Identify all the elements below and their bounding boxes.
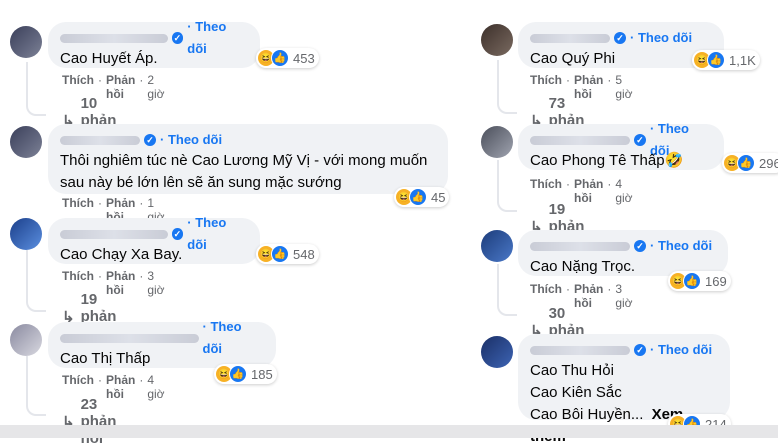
reaction-count[interactable]: 😆 👍 453 xyxy=(256,48,319,68)
verified-badge-icon: ✓ xyxy=(171,32,184,44)
follow-link[interactable]: · Theo dõi xyxy=(187,212,248,256)
like-icon: 👍 xyxy=(409,188,427,206)
thread-line xyxy=(26,250,46,312)
follow-link[interactable]: · Theo dõi xyxy=(630,27,692,49)
avatar[interactable] xyxy=(10,126,42,158)
view-replies-link[interactable]: ↳ 23 phản hồi xyxy=(62,396,116,447)
comment-time: 3 giờ xyxy=(615,282,633,310)
comment-time: 2 giờ xyxy=(147,73,165,101)
like-icon: 👍 xyxy=(737,154,755,172)
thread-line xyxy=(497,160,517,212)
reaction-total: 453 xyxy=(293,50,315,66)
reaction-total: 296 xyxy=(759,155,778,171)
blurred-author-name[interactable] xyxy=(530,241,630,251)
bottom-bar xyxy=(0,425,778,438)
comment-author: ✓ · Theo dõi xyxy=(530,28,712,48)
reaction-total: 45 xyxy=(431,189,446,205)
comment-author: ✓ · Theo dõi xyxy=(530,121,712,158)
avatar[interactable] xyxy=(10,324,42,356)
like-icon: 👍 xyxy=(229,365,247,383)
thread-line xyxy=(26,62,46,116)
blurred-author-name[interactable] xyxy=(60,229,168,239)
like-icon: 👍 xyxy=(707,51,725,69)
follow-link[interactable]: · Theo dõi xyxy=(650,235,712,257)
verified-badge-icon: ✓ xyxy=(144,134,156,146)
follow-link[interactable]: · Theo dõi xyxy=(187,16,248,60)
comment-bubble: ✓ · Theo dõi Cao Nặng Trọc. xyxy=(518,230,728,276)
avatar[interactable] xyxy=(10,218,42,250)
comment-author: ✓ · Theo dõi xyxy=(60,215,248,252)
like-icon: 👍 xyxy=(683,272,701,290)
comment-author: ✓ · Theo dõi xyxy=(530,236,716,256)
verified-badge-icon: ✓ xyxy=(633,134,646,146)
reaction-total: 1,1K xyxy=(729,52,756,68)
comment-bubble: · Theo dõi Cao Thị Thấp xyxy=(48,319,276,368)
reaction-total: 169 xyxy=(705,273,727,289)
reaction-count[interactable]: 😆 👍 1,1K xyxy=(692,50,760,70)
blurred-author-name[interactable] xyxy=(530,135,630,145)
reaction-count[interactable]: 😆 👍 45 xyxy=(394,187,450,207)
comment-author: · Theo dõi xyxy=(60,319,264,356)
follow-link[interactable]: · Theo dõi xyxy=(160,129,222,151)
blurred-author-name[interactable] xyxy=(60,135,140,145)
thread-line xyxy=(497,264,517,316)
verified-badge-icon: ✓ xyxy=(634,240,646,252)
verified-badge-icon: ✓ xyxy=(171,228,184,240)
verified-badge-icon: ✓ xyxy=(634,344,646,356)
avatar[interactable] xyxy=(481,126,513,158)
verified-badge-icon: ✓ xyxy=(614,32,626,44)
comment-bubble: ✓ · Theo dõi Cao Thu Hỏi Cao Kiên Sắc Ca… xyxy=(518,334,730,445)
reaction-count[interactable]: 😆 👍 169 xyxy=(668,271,731,291)
avatar[interactable] xyxy=(481,230,513,262)
comment-text: Thôi nghiêm túc nè Cao Lương Mỹ Vị - với… xyxy=(60,152,428,191)
reaction-count[interactable]: 😆 👍 185 xyxy=(214,364,277,384)
comment-text: Cao Thu Hỏi Cao Kiên Sắc Cao Bôi Huyền..… xyxy=(530,362,644,423)
follow-link[interactable]: · Theo dõi xyxy=(203,316,264,360)
reaction-total: 548 xyxy=(293,246,315,262)
comment-bubble: ✓ · Theo dõi Cao Huyết Áp. xyxy=(48,19,260,68)
comment-bubble: ✓ · Theo dõi Thôi nghiêm túc nè Cao Lươn… xyxy=(48,124,448,194)
comment-text: Cao Quý Phi xyxy=(530,50,616,67)
thread-line xyxy=(26,356,46,416)
blurred-author-name[interactable] xyxy=(530,33,610,43)
comment-author: ✓ · Theo dõi xyxy=(60,130,436,150)
like-icon: 👍 xyxy=(271,49,289,67)
comment-bubble: ✓ · Theo dõi Cao Chạy Xa Bay. xyxy=(48,215,260,264)
blurred-author-name[interactable] xyxy=(60,333,199,343)
reaction-count[interactable]: 😆 👍 296 xyxy=(722,153,778,173)
comment-time: 4 giờ xyxy=(147,373,165,401)
blurred-author-name[interactable] xyxy=(60,33,168,43)
follow-link[interactable]: · Theo dõi xyxy=(650,339,712,361)
reaction-count[interactable]: 😆 👍 548 xyxy=(256,244,319,264)
comment-time: 3 giờ xyxy=(147,269,165,297)
avatar[interactable] xyxy=(481,24,513,56)
avatar[interactable] xyxy=(481,336,513,368)
comment-time: 4 giờ xyxy=(615,177,633,205)
comment-author: ✓ · Theo dõi xyxy=(530,340,718,360)
like-icon: 👍 xyxy=(271,245,289,263)
blurred-author-name[interactable] xyxy=(530,345,630,355)
avatar[interactable] xyxy=(10,26,42,58)
thread-line xyxy=(497,60,517,114)
comment-bubble: ✓ · Theo dõi Cao Phong Tê Thấp🤣 xyxy=(518,121,724,170)
comment-time: 5 giờ xyxy=(615,73,633,101)
reaction-total: 185 xyxy=(251,366,273,382)
comment-author: ✓ · Theo dõi xyxy=(60,19,248,56)
